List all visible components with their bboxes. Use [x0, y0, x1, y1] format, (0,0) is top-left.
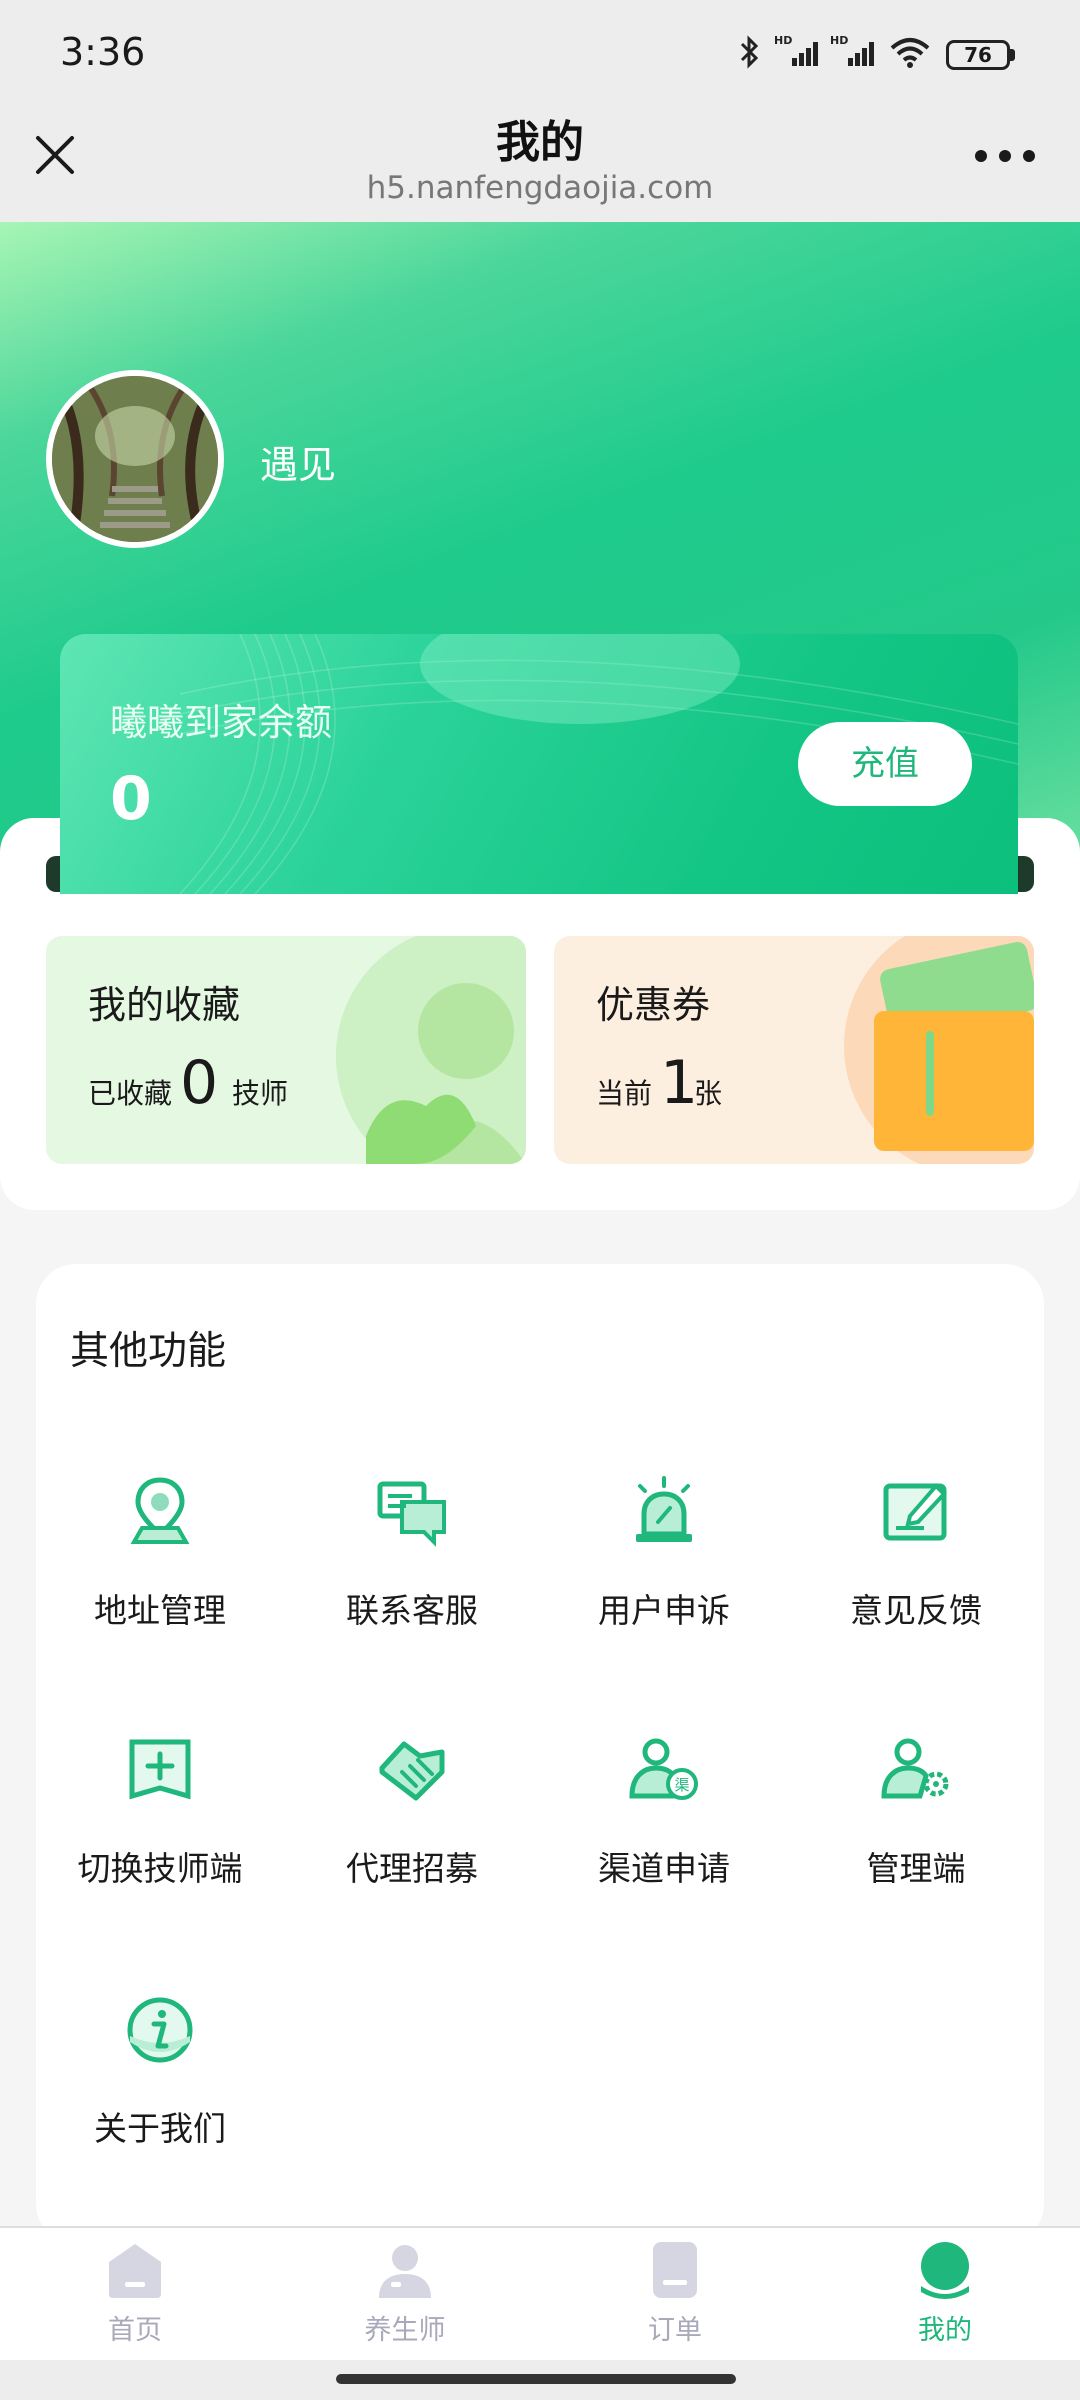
balance-value: 0: [110, 764, 152, 834]
tab-mine[interactable]: 我的: [810, 2240, 1080, 2350]
func-feedback-label: 意见反馈: [850, 1591, 982, 1630]
coupons-count: 1: [660, 1048, 699, 1118]
avatar[interactable]: [46, 370, 224, 548]
recharge-button[interactable]: 充值: [798, 722, 972, 806]
status-time: 3:36: [60, 30, 146, 74]
tab-home[interactable]: 首页: [0, 2240, 270, 2350]
func-address[interactable]: 地址管理: [34, 1472, 286, 1672]
func-complaint-label: 用户申诉: [598, 1591, 730, 1630]
func-address-label: 地址管理: [94, 1591, 226, 1630]
favorites-illustration: [336, 936, 526, 1164]
func-switch-therapist-label: 切换技师端: [77, 1849, 243, 1888]
chat-bubbles-icon: [377, 1481, 446, 1547]
svg-text:渠: 渠: [674, 1776, 689, 1794]
channel-user-icon: 渠: [629, 1738, 698, 1800]
func-about-us[interactable]: 关于我们: [34, 1990, 286, 2190]
tab-therapist-label: 养生师: [364, 2315, 446, 2346]
page-url: h5.nanfengdaojia.com: [366, 170, 714, 206]
handshake-icon: [379, 1741, 445, 1801]
func-agent-recruit[interactable]: 代理招募: [286, 1730, 538, 1930]
coupons-title: 优惠券: [596, 983, 711, 1027]
favorites-tile[interactable]: 我的收藏 已收藏 0 技师: [46, 936, 526, 1164]
username: 遇见: [260, 443, 337, 487]
func-about-us-label: 关于我们: [94, 2109, 226, 2148]
info-icon: [127, 1997, 193, 2063]
wifi-icon: [890, 38, 930, 68]
coupons-suffix: 张: [694, 1077, 723, 1110]
signal-1-icon: HD: [774, 34, 818, 66]
home-icon: [109, 2244, 161, 2298]
func-agent-recruit-label: 代理招募: [346, 1849, 478, 1888]
func-feedback[interactable]: 意见反馈: [790, 1472, 1042, 1672]
page-title: 我的: [496, 117, 584, 168]
battery-indicator: 76: [946, 40, 1010, 70]
battery-tip: [1010, 49, 1015, 61]
favorites-suffix: 技师: [232, 1077, 289, 1110]
func-customer-service[interactable]: 联系客服: [286, 1472, 538, 1672]
switch-plus-icon: [129, 1739, 191, 1800]
tab-home-label: 首页: [108, 2315, 162, 2346]
alarm-siren-icon: [636, 1476, 692, 1542]
balance-label: 曦曦到家余额: [110, 701, 332, 744]
coupons-tile[interactable]: 优惠券 当前 1 张: [554, 936, 1034, 1164]
func-admin-label: 管理端: [866, 1849, 966, 1888]
user-settings-icon: [881, 1738, 949, 1799]
func-admin[interactable]: 管理端: [790, 1730, 1042, 1930]
func-complaint[interactable]: 用户申诉: [538, 1472, 790, 1672]
favorites-title: 我的收藏: [88, 983, 241, 1027]
home-indicator[interactable]: [336, 2374, 736, 2384]
func-customer-service-label: 联系客服: [346, 1591, 478, 1630]
tab-orders-label: 订单: [648, 2315, 702, 2346]
location-pin-icon: [130, 1477, 190, 1544]
other-functions-title: 其他功能: [70, 1329, 227, 1374]
func-switch-therapist[interactable]: 切换技师端: [34, 1730, 286, 1930]
order-icon: [653, 2242, 697, 2298]
tab-therapist[interactable]: 养生师: [270, 2240, 540, 2350]
wallet-illustration: [844, 936, 1034, 1164]
func-channel-apply[interactable]: 渠 渠道申请: [538, 1730, 790, 1930]
edit-note-icon: [883, 1483, 947, 1541]
tab-mine-label: 我的: [918, 2315, 972, 2346]
svg-text:HD: HD: [774, 34, 792, 47]
tab-orders[interactable]: 订单: [540, 2240, 810, 2350]
therapist-icon: [379, 2245, 431, 2298]
bluetooth-icon: [740, 35, 759, 69]
svg-text:HD: HD: [830, 34, 848, 47]
favorites-count: 0: [180, 1048, 219, 1118]
signal-2-icon: HD: [830, 34, 874, 66]
more-options-icon[interactable]: [972, 138, 1038, 174]
favorites-prefix: 已收藏: [88, 1077, 173, 1110]
func-channel-apply-label: 渠道申请: [598, 1849, 730, 1888]
coupons-prefix: 当前: [596, 1077, 653, 1110]
avatar-forest-image: [52, 376, 218, 542]
profile-icon: [921, 2242, 969, 2299]
